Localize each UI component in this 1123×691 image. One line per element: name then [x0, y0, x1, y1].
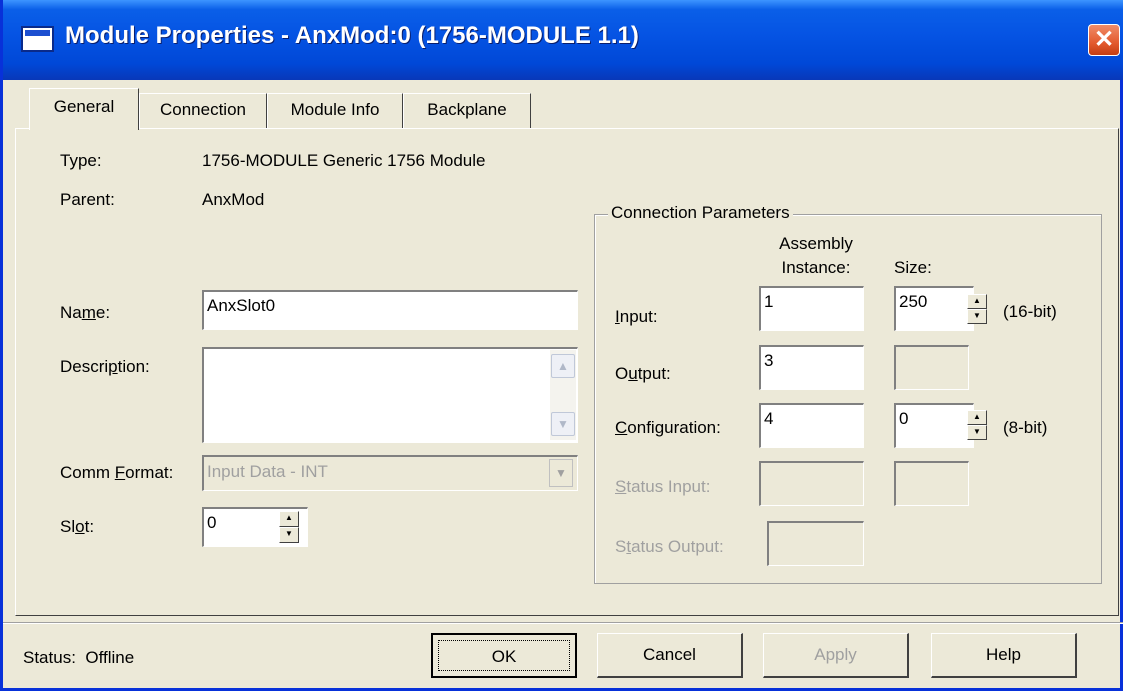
description-textarea[interactable]: [202, 347, 578, 443]
parent-label: Parent:: [60, 190, 115, 209]
configuration-size-unit: (8-bit): [1003, 418, 1048, 437]
apply-button[interactable]: Apply: [763, 633, 909, 678]
output-instance-field[interactable]: 3: [759, 345, 864, 390]
name-label: Name:: [60, 303, 111, 322]
slot-stepper[interactable]: ▲ ▼: [279, 511, 299, 545]
spin-down-icon[interactable]: ▼: [279, 527, 299, 543]
ok-button[interactable]: OK: [431, 633, 577, 678]
connection-parameters-title: Connection Parameters: [608, 203, 793, 223]
type-label: Type:: [60, 151, 102, 170]
comm-format-select[interactable]: Input Data - INT: [202, 455, 578, 491]
status-input-instance-field: [759, 461, 864, 506]
input-label: Input:: [615, 307, 658, 326]
tab-connection[interactable]: Connection: [139, 93, 267, 129]
tab-connection-label: Connection: [159, 100, 246, 119]
input-size-field[interactable]: 250: [894, 286, 974, 331]
scroll-down-icon[interactable]: ▼: [551, 412, 575, 436]
status-output-label: Status Output:: [615, 537, 724, 556]
status-input-size-field: [894, 461, 969, 506]
spin-down-icon[interactable]: ▼: [967, 309, 987, 324]
scroll-up-icon[interactable]: ▲: [551, 354, 575, 378]
description-scrollbar[interactable]: ▲ ▼: [550, 350, 576, 440]
status-output-instance-field: [767, 521, 864, 566]
window-icon: [21, 26, 54, 52]
status-input-label: Status Input:: [615, 477, 711, 496]
input-size-stepper[interactable]: ▲ ▼: [967, 294, 987, 326]
type-value: 1756-MODULE Generic 1756 Module: [202, 151, 486, 170]
footer-separator: [3, 622, 1123, 624]
slot-label: Slot:: [60, 517, 95, 536]
assembly-header-line1: Assembly: [779, 234, 853, 253]
help-button[interactable]: Help: [931, 633, 1077, 678]
output-size-field: [894, 345, 969, 390]
spin-up-icon[interactable]: ▲: [967, 410, 987, 425]
parent-value: AnxMod: [202, 190, 265, 209]
tab-module-info-label: Module Info: [290, 100, 380, 119]
assembly-header-line2: Instance:: [781, 258, 851, 277]
input-size-unit: (16-bit): [1003, 302, 1057, 321]
tab-backplane[interactable]: Backplane: [403, 93, 531, 129]
tab-backplane-label: Backplane: [427, 100, 507, 119]
dialog-window: Module Properties - AnxMod:0 (1756-MODUL…: [0, 0, 1123, 691]
tab-general-label: General: [53, 97, 115, 116]
tab-general[interactable]: General: [29, 88, 139, 130]
tab-module-info[interactable]: Module Info: [267, 93, 403, 129]
spin-up-icon[interactable]: ▲: [279, 511, 299, 527]
title-bar[interactable]: Module Properties - AnxMod:0 (1756-MODUL…: [3, 0, 1123, 80]
chevron-down-icon[interactable]: ▼: [549, 459, 573, 487]
window-title: Module Properties - AnxMod:0 (1756-MODUL…: [65, 22, 639, 49]
description-label: Description:: [60, 357, 150, 376]
input-instance-field[interactable]: 1: [759, 286, 864, 331]
configuration-size-field[interactable]: 0: [894, 403, 974, 448]
configuration-label: Configuration:: [615, 418, 721, 437]
name-input[interactable]: AnxSlot0: [202, 290, 578, 330]
configuration-size-stepper[interactable]: ▲ ▼: [967, 410, 987, 442]
spin-up-icon[interactable]: ▲: [967, 294, 987, 309]
configuration-instance-field[interactable]: 4: [759, 403, 864, 448]
cancel-button[interactable]: Cancel: [597, 633, 743, 678]
ok-button-label: OK: [438, 640, 570, 671]
close-button[interactable]: ✕: [1088, 24, 1120, 56]
status-text: Status: Offline: [23, 648, 135, 667]
comm-format-label: Comm Format:: [60, 463, 174, 482]
size-header: Size:: [894, 258, 932, 277]
output-label: Output:: [615, 364, 671, 383]
spin-down-icon[interactable]: ▼: [967, 425, 987, 440]
